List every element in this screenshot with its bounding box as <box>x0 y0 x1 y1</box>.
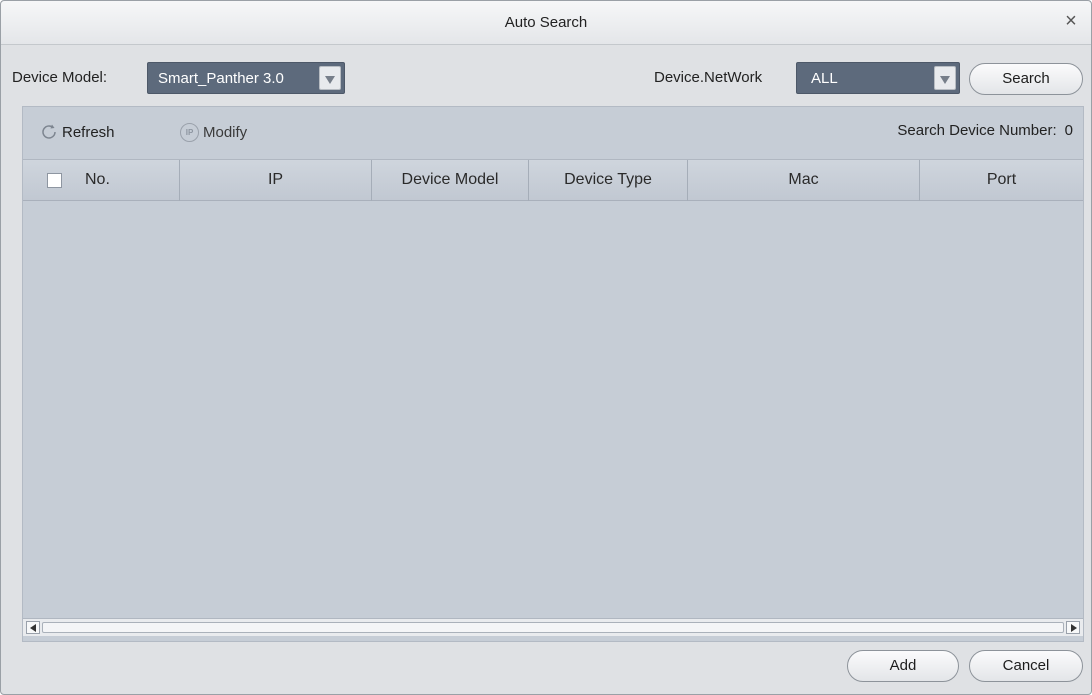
ip-icon: IP <box>180 122 199 142</box>
column-label: Port <box>986 171 1017 188</box>
scrollbar-thumb[interactable] <box>42 622 1064 633</box>
results-toolbar: Refresh IP Modify Search Device Number: 0 <box>23 107 1083 159</box>
network-label: Device.NetWork <box>654 69 763 86</box>
add-button[interactable]: Add <box>847 650 959 682</box>
column-header-port[interactable]: Port <box>920 160 1083 201</box>
auto-search-dialog: Auto Search × Device Model: Smart_Panthe… <box>0 0 1092 695</box>
modify-label: Modify <box>203 123 248 141</box>
refresh-icon <box>42 124 56 139</box>
results-panel: Refresh IP Modify Search Device Number: 0… <box>22 106 1084 642</box>
column-header-ip[interactable]: IP <box>180 160 372 201</box>
network-select[interactable]: ALL <box>796 62 960 94</box>
search-button[interactable]: Search <box>969 63 1083 95</box>
modify-button[interactable]: IP Modify <box>180 121 247 143</box>
dropdown-arrow-icon[interactable] <box>319 66 341 90</box>
search-device-count-value: 0 <box>1064 122 1073 139</box>
network-value: ALL <box>811 70 838 87</box>
column-label: IP <box>267 171 284 188</box>
cancel-button[interactable]: Cancel <box>969 650 1083 682</box>
column-header-device-type[interactable]: Device Type <box>529 160 688 201</box>
horizontal-scrollbar[interactable] <box>23 618 1083 636</box>
refresh-label: Refresh <box>62 123 115 141</box>
scroll-right-icon[interactable] <box>1066 621 1080 634</box>
dialog-title: Auto Search <box>504 14 588 31</box>
refresh-button[interactable]: Refresh <box>40 121 115 143</box>
column-header-device-model[interactable]: Device Model <box>372 160 529 201</box>
search-device-count: Search Device Number: 0 <box>897 122 1073 139</box>
device-model-select[interactable]: Smart_Panther 3.0 <box>147 62 345 94</box>
close-icon[interactable]: × <box>1059 10 1083 34</box>
column-label: Device Type <box>564 171 652 188</box>
column-label: Mac <box>788 171 819 188</box>
device-model-label: Device Model: <box>12 69 108 86</box>
table-header: No. IP Device Model Device Type Mac Port <box>23 159 1083 201</box>
select-all-checkbox[interactable] <box>47 173 62 188</box>
column-header-mac[interactable]: Mac <box>688 160 920 201</box>
search-device-count-label: Search Device Number: <box>897 122 1057 139</box>
scroll-left-icon[interactable] <box>26 621 40 634</box>
dropdown-arrow-icon[interactable] <box>934 66 956 90</box>
title-bar[interactable]: Auto Search × <box>1 1 1091 45</box>
column-label: Device Model <box>401 171 499 188</box>
column-label: No. <box>85 171 110 188</box>
device-model-value: Smart_Panther 3.0 <box>158 70 284 87</box>
column-header-no[interactable]: No. <box>23 160 180 201</box>
